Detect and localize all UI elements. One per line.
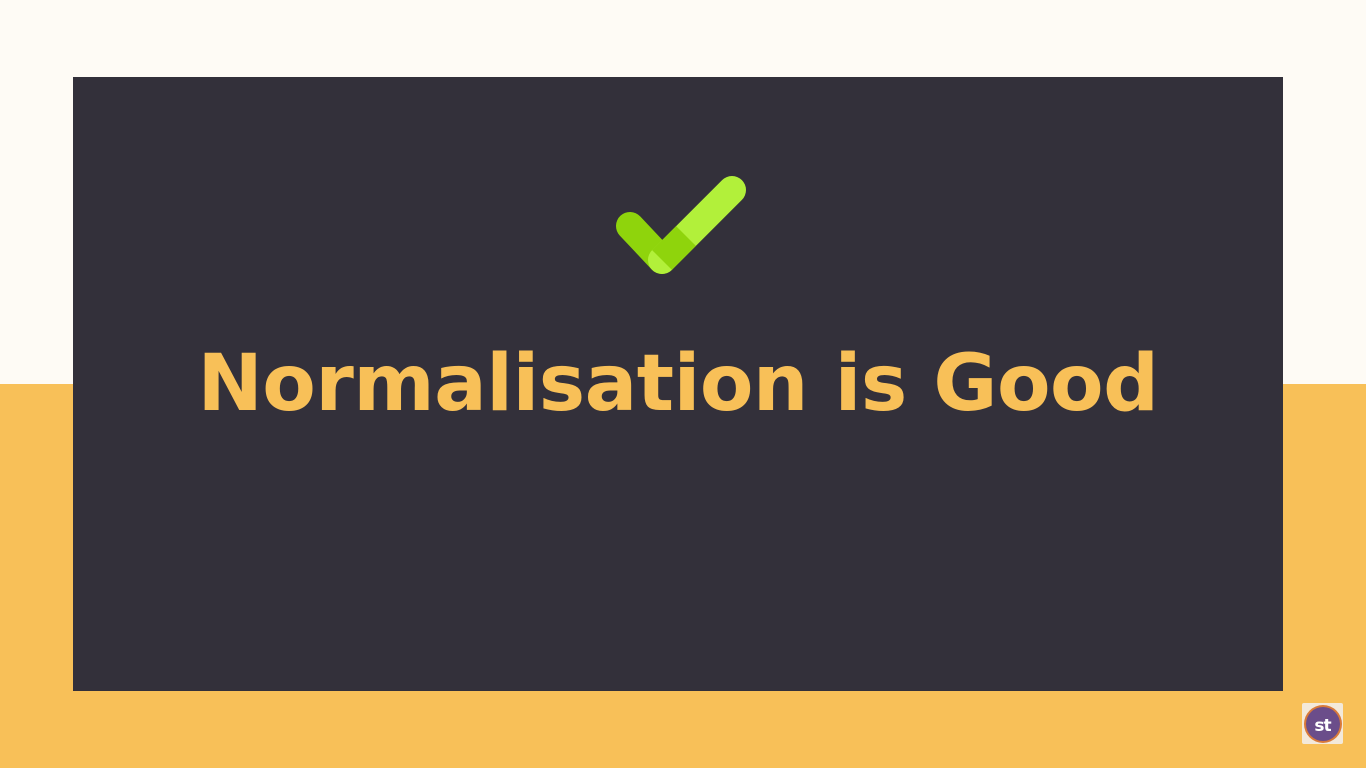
logo-badge: st	[1305, 706, 1340, 741]
channel-logo: st	[1302, 703, 1343, 744]
slide-headline: Normalisation is Good	[197, 339, 1159, 429]
logo-text: st	[1314, 715, 1331, 736]
checkmark-icon	[616, 176, 746, 274]
